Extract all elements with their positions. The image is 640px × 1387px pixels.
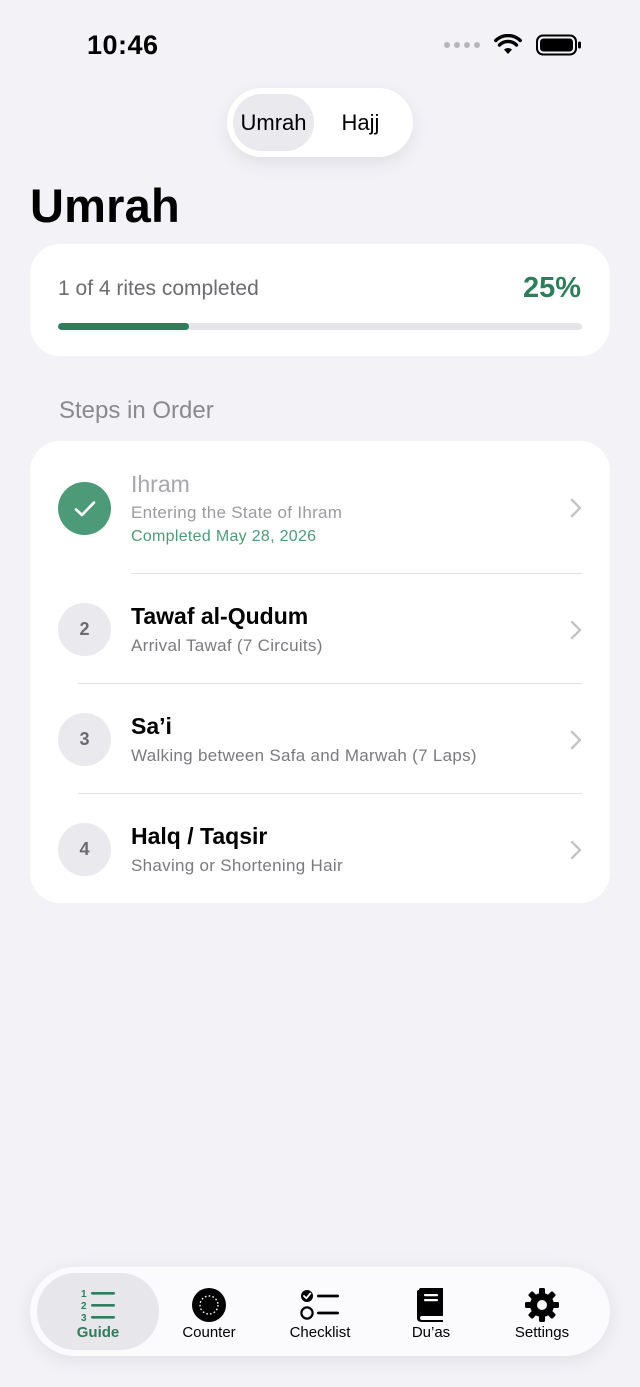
wifi-icon	[494, 34, 522, 54]
step-subtitle: Arrival Tawaf (7 Circuits)	[131, 636, 323, 655]
progress-bar	[58, 323, 582, 330]
battery-icon	[536, 34, 581, 56]
tab-label: Du’as	[411, 1324, 451, 1341]
cellular-signal-icon	[444, 42, 480, 48]
chevron-right-icon	[570, 730, 582, 750]
step-row-ihram[interactable]: Ihram Entering the State of Ihram Comple…	[30, 441, 610, 574]
step-completed-date: Completed May 28, 2026	[131, 528, 317, 545]
counter-icon	[192, 1288, 226, 1322]
svg-text:1: 1	[81, 1289, 87, 1300]
step-row-tawaf-al-qudum[interactable]: 2 Tawaf al-Qudum Arrival Tawaf (7 Circui…	[30, 574, 610, 684]
step-subtitle: Entering the State of Ihram	[131, 503, 343, 522]
step-number-badge: 4	[58, 823, 111, 876]
step-title: Tawaf al-Qudum	[131, 603, 309, 629]
progress-bar-fill	[58, 323, 189, 330]
tab-settings[interactable]: Settings	[486, 1273, 598, 1350]
section-header: Steps in Order	[59, 397, 214, 424]
tab-duas[interactable]: Du’as	[375, 1273, 487, 1350]
chevron-right-icon	[570, 840, 582, 860]
svg-text:3: 3	[81, 1313, 87, 1323]
progress-text: 1 of 4 rites completed	[58, 277, 259, 300]
segment-umrah[interactable]: Umrah	[233, 94, 314, 151]
step-status-badge	[58, 482, 111, 535]
tab-guide[interactable]: 1 2 3 Guide	[37, 1273, 159, 1350]
progress-card: 1 of 4 rites completed 25%	[30, 244, 610, 356]
step-title: Ihram	[131, 471, 190, 497]
segment-hajj[interactable]: Hajj	[314, 94, 407, 151]
tab-label: Counter	[182, 1324, 236, 1341]
tab-counter[interactable]: Counter	[153, 1273, 265, 1350]
book-icon	[417, 1288, 443, 1322]
checkmark-icon	[74, 500, 95, 516]
step-title: Halq / Taqsir	[131, 823, 268, 849]
tab-checklist[interactable]: Checklist	[264, 1273, 376, 1350]
step-row-sai[interactable]: 3 Sa’i Walking between Safa and Marwah (…	[30, 684, 610, 794]
progress-percent: 25%	[522, 272, 581, 304]
page-title: Umrah	[30, 179, 180, 232]
svg-text:2: 2	[81, 1301, 87, 1312]
status-icons	[444, 34, 582, 56]
step-title: Sa’i	[131, 713, 172, 739]
tab-bar: 1 2 3 Guide Counter Checklist Du’as Sett…	[30, 1267, 610, 1356]
status-time: 10:46	[87, 30, 159, 60]
tab-label: Guide	[76, 1324, 120, 1341]
steps-list: Ihram Entering the State of Ihram Comple…	[30, 441, 610, 903]
step-subtitle: Shaving or Shortening Hair	[131, 856, 343, 875]
tab-label: Checklist	[289, 1324, 351, 1341]
chevron-right-icon	[570, 620, 582, 640]
step-subtitle: Walking between Safa and Marwah (7 Laps)	[131, 746, 477, 765]
umrah-hajj-segmented-control: Umrah Hajj	[227, 88, 413, 157]
tab-label: Settings	[514, 1324, 570, 1341]
checklist-icon	[300, 1290, 339, 1320]
step-row-halq-taqsir[interactable]: 4 Halq / Taqsir Shaving or Shortening Ha…	[30, 794, 610, 903]
step-number-badge: 3	[58, 713, 111, 766]
gear-icon	[525, 1288, 559, 1322]
status-bar: 10:46	[0, 0, 640, 90]
chevron-right-icon	[570, 498, 582, 518]
step-number-badge: 2	[58, 603, 111, 656]
numbered-list-icon: 1 2 3	[81, 1289, 115, 1323]
